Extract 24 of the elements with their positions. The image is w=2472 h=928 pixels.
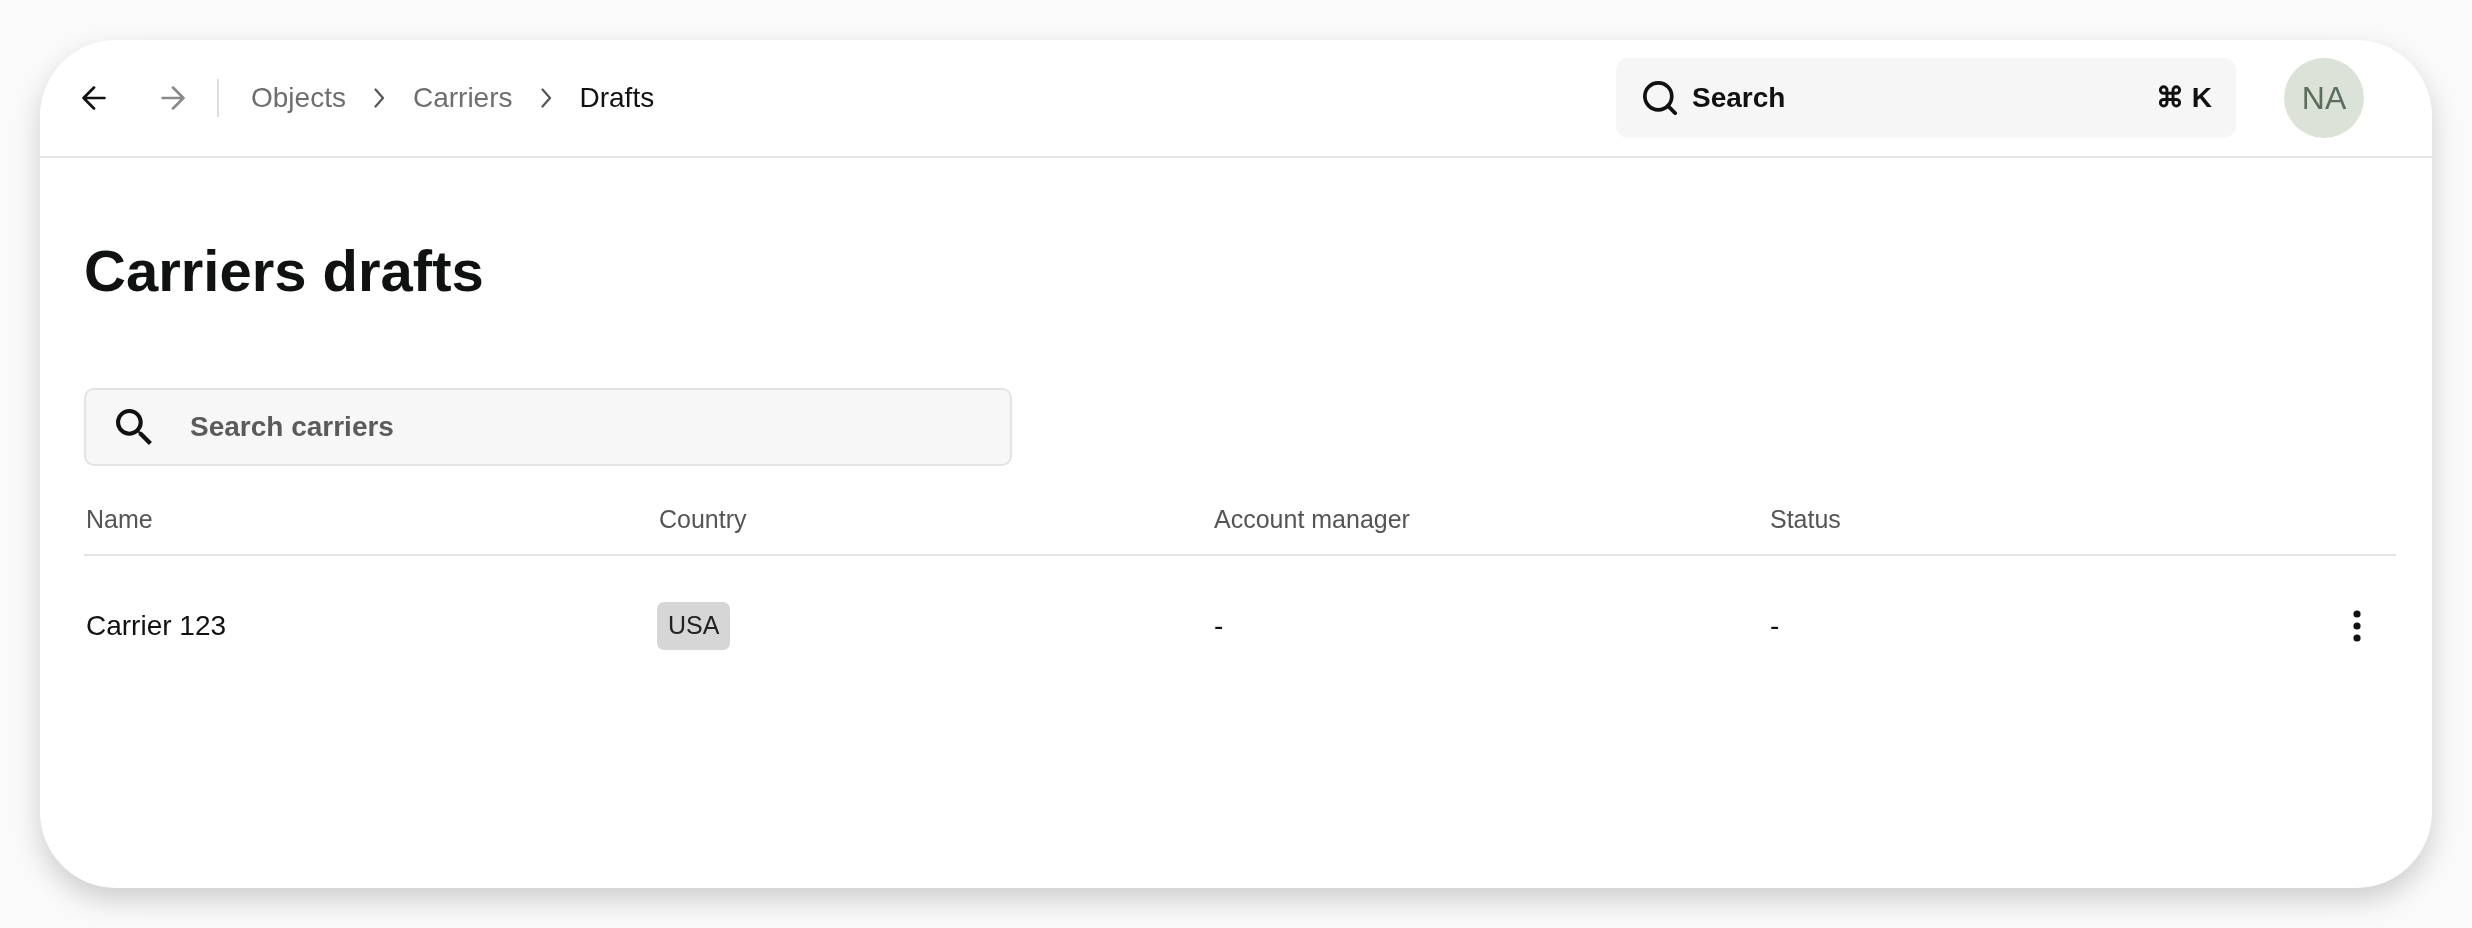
country-tag: USA	[657, 601, 731, 650]
chevron-right-icon	[540, 88, 552, 108]
arrow-right-icon	[159, 86, 187, 110]
column-header: Country	[658, 503, 747, 535]
chevron-right-icon	[373, 88, 385, 108]
table-cell-text: -	[1213, 608, 1224, 643]
column-header: Name	[85, 503, 153, 535]
search-icon	[116, 408, 152, 445]
user-avatar[interactable]: NA	[2284, 58, 2364, 138]
column-header: Status	[1769, 503, 1841, 535]
search-field[interactable]: Search carriers	[84, 387, 1012, 466]
keyboard-shortcut: ⌘ K	[2156, 81, 2212, 115]
page-title: Carriers drafts	[84, 238, 484, 305]
column-header: Account manager	[1213, 503, 1410, 535]
breadcrumb-link[interactable]: Objects	[251, 77, 346, 119]
search-icon	[1643, 81, 1677, 115]
breadcrumb-link[interactable]: Carriers	[412, 77, 513, 119]
arrow-left-icon	[80, 86, 108, 110]
search-button[interactable]: Search ⌘ K	[1616, 58, 2236, 138]
carrier-name: Carrier 123	[85, 608, 227, 643]
back-button[interactable]	[80, 86, 108, 110]
table-cell-text: -	[1769, 608, 1780, 643]
breadcrumb-link[interactable]: Drafts	[579, 77, 655, 119]
kebab-menu-icon	[2353, 609, 2361, 642]
